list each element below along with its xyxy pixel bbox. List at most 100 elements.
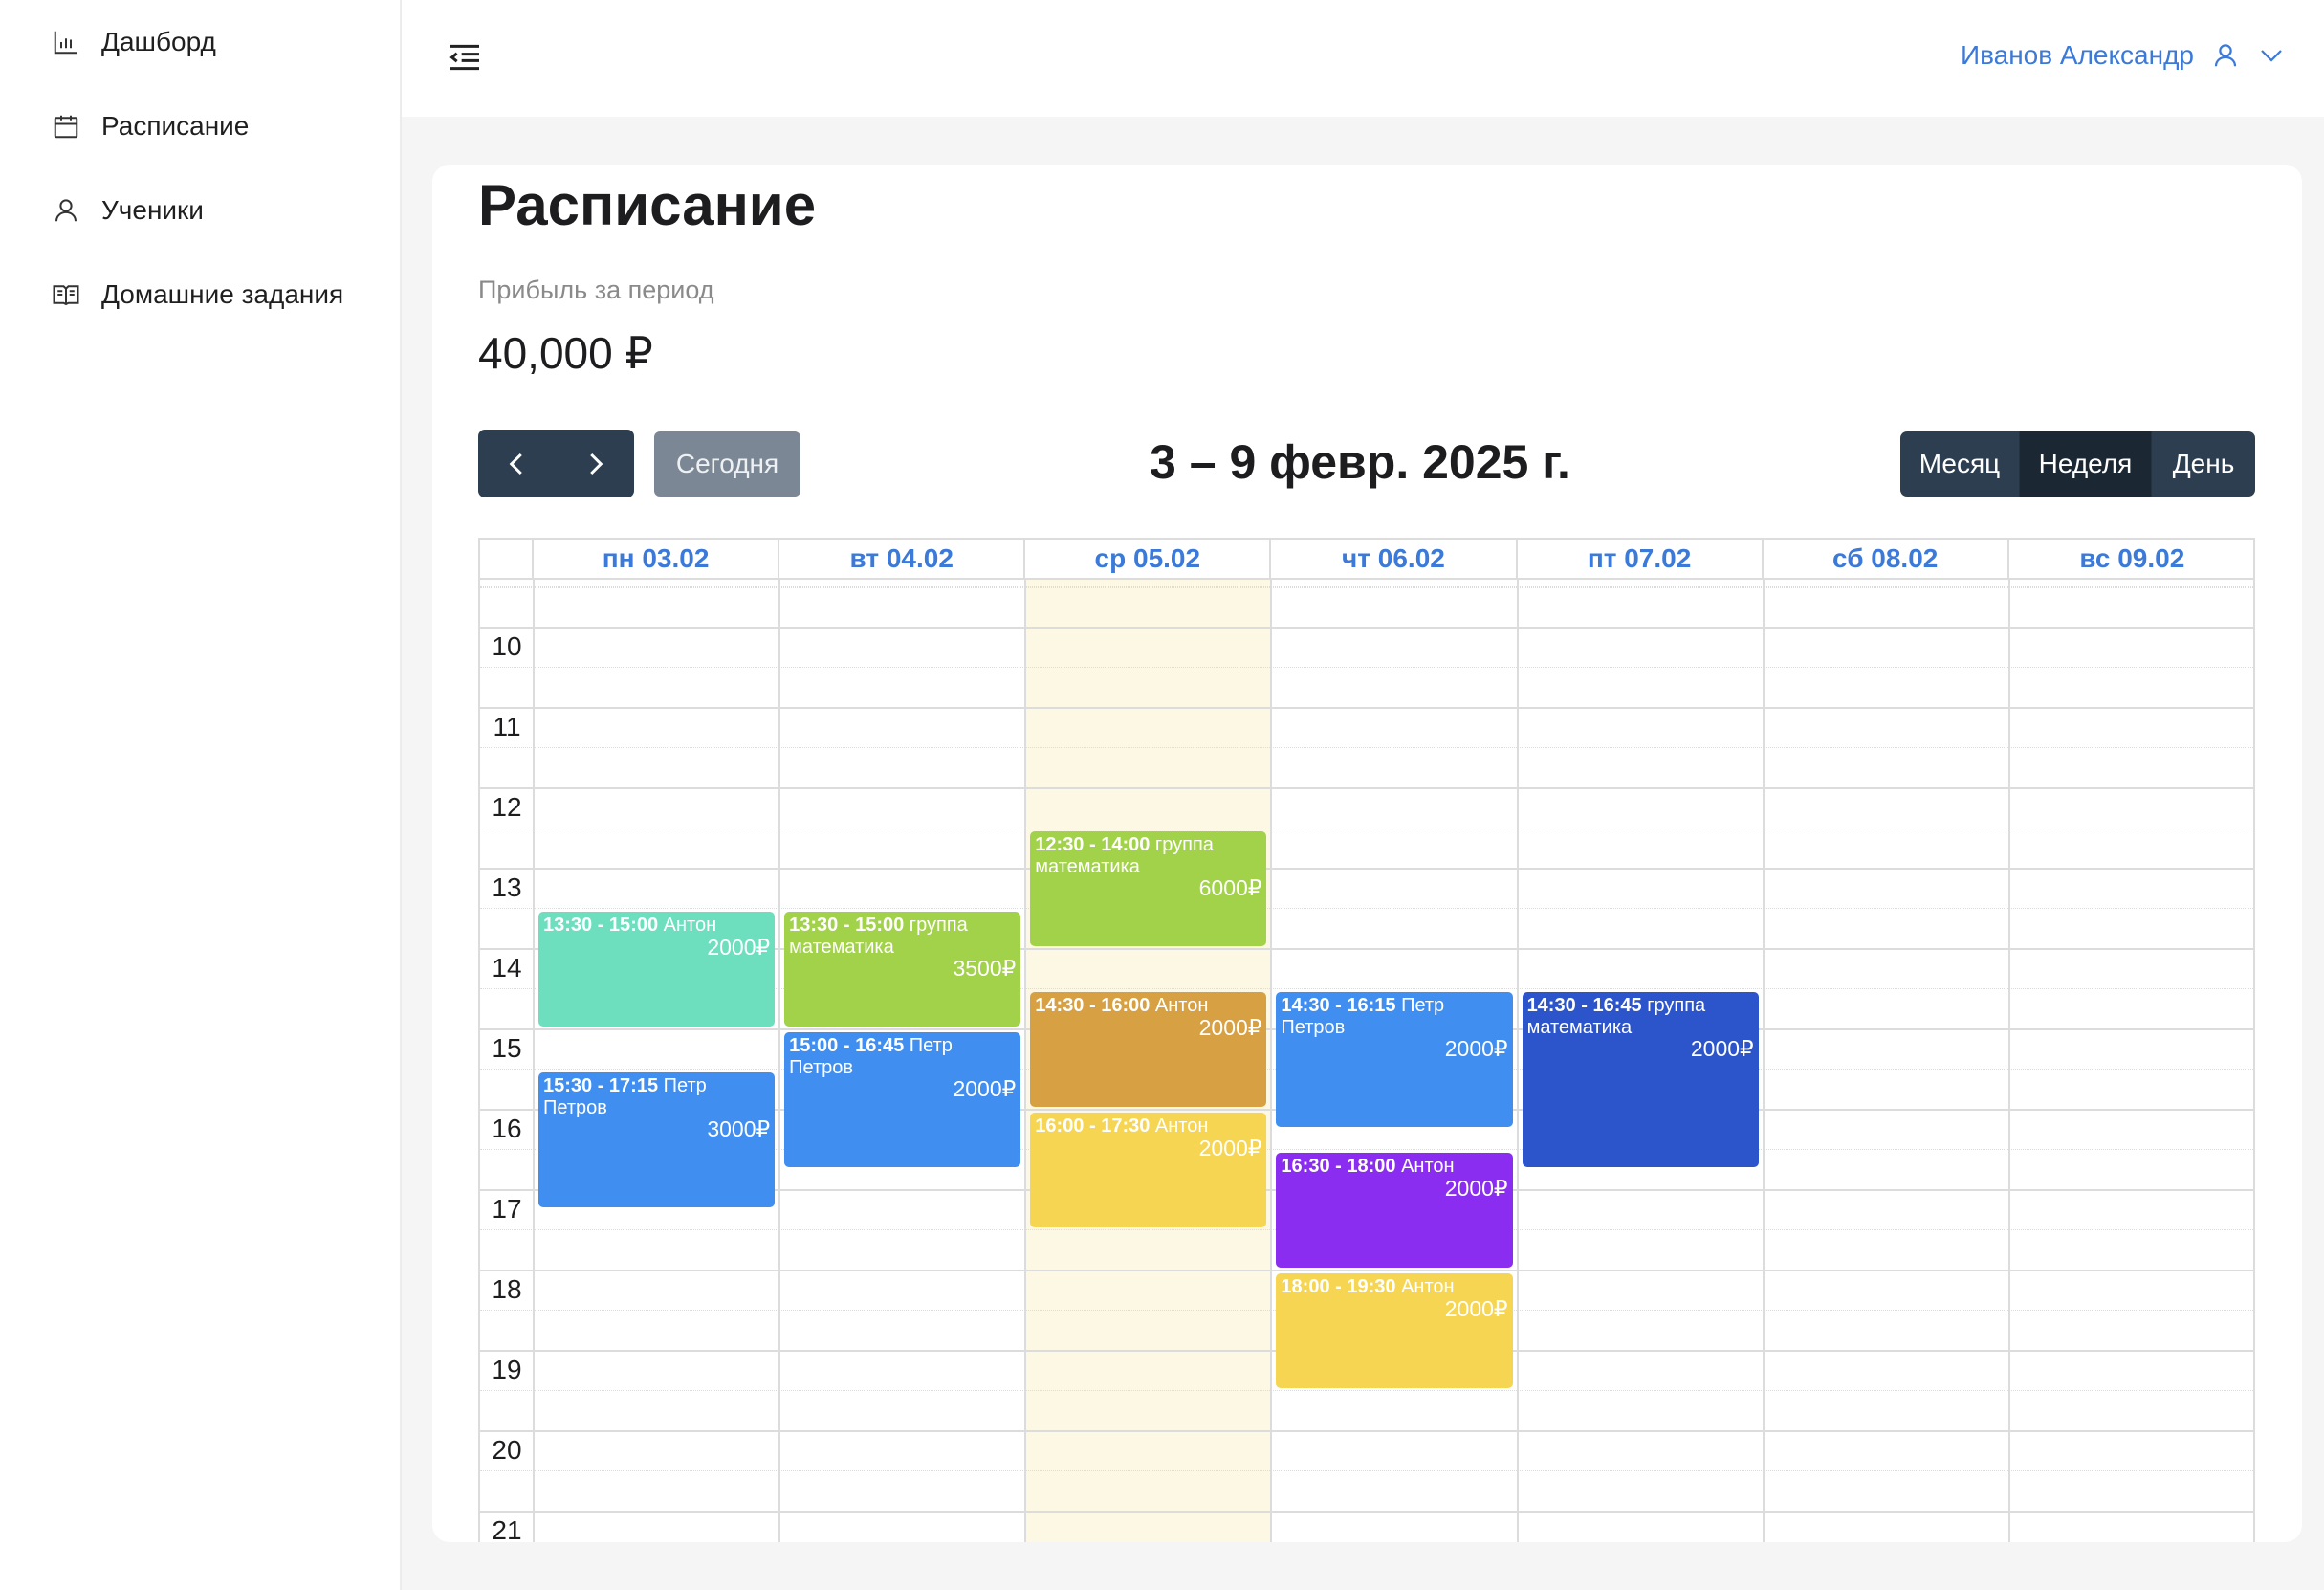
event-time: 18:00 - 19:30 <box>1281 1276 1396 1297</box>
hour-gridline <box>480 1430 2255 1432</box>
calendar-event[interactable]: 12:30 - 14:00 группа математика 6000₽ <box>1030 831 1267 946</box>
event-price: 2000₽ <box>1198 1015 1262 1040</box>
event-price: 2000₽ <box>1444 1176 1508 1201</box>
calendar-event[interactable]: 15:00 - 16:45 Петр Петров 2000₽ <box>784 1032 1021 1167</box>
event-summary: 14:30 - 16:15 Петр Петров <box>1281 995 1507 1039</box>
sidebar-item-schedule[interactable]: Расписание <box>52 102 377 150</box>
calendar-event[interactable]: 13:30 - 15:00 группа математика 3500₽ <box>784 912 1021 1027</box>
event-summary: 14:30 - 16:00 Антон <box>1035 995 1261 1017</box>
next-period-button[interactable] <box>557 430 635 497</box>
half-hour-gridline <box>480 1390 2255 1391</box>
period-title: 3 – 9 февр. 2025 г. <box>1150 435 1570 489</box>
event-summary: 13:30 - 15:00 Антон <box>543 915 770 937</box>
sidebar-item-students[interactable]: Ученики <box>52 187 377 234</box>
calendar-event[interactable]: 16:30 - 18:00 Антон 2000₽ <box>1276 1153 1513 1268</box>
event-summary: 13:30 - 15:00 группа математика <box>789 915 1016 959</box>
today-button[interactable]: Сегодня <box>654 431 800 497</box>
half-hour-gridline <box>480 587 2255 588</box>
profit-value: 40,000 ₽ <box>478 328 653 378</box>
event-price: 2000₽ <box>1198 1136 1262 1160</box>
sidebar-item-label: Дашборд <box>101 27 216 56</box>
event-price: 3500₽ <box>953 956 1017 981</box>
calendar-event[interactable]: 15:30 - 17:15 Петр Петров 3000₽ <box>538 1072 776 1207</box>
calendar-icon <box>54 115 78 139</box>
hour-gridline <box>480 627 2255 629</box>
sidebar-item-dashboard[interactable]: Дашборд <box>52 18 377 66</box>
event-price: 2000₽ <box>1444 1036 1508 1061</box>
hour-gridline <box>480 1270 2255 1271</box>
day-column-divider <box>1024 580 1027 1542</box>
view-week-button[interactable]: Неделя <box>2020 431 2152 497</box>
day-column-divider <box>1516 580 1519 1542</box>
calendar-event[interactable]: 14:30 - 16:45 группа математика 2000₽ <box>1522 992 1759 1167</box>
menu-fold-icon[interactable] <box>446 38 484 77</box>
hour-gridline <box>480 868 2255 870</box>
hour-gridline <box>480 707 2255 709</box>
event-time: 13:30 - 15:00 <box>789 915 905 936</box>
user-menu[interactable]: Иванов Александр <box>1961 34 2286 77</box>
day-header[interactable]: ср 05.02 <box>1025 540 1272 578</box>
day-header[interactable]: вт 04.02 <box>779 540 1026 578</box>
half-hour-gridline <box>480 1470 2255 1471</box>
prev-period-button[interactable] <box>478 430 557 497</box>
hour-label: 11 <box>493 712 521 741</box>
event-summary: 15:30 - 17:15 Петр Петров <box>543 1075 770 1119</box>
day-column-divider <box>778 580 781 1542</box>
page-title: Расписание <box>478 173 817 237</box>
calendar-event[interactable]: 18:00 - 19:30 Антон 2000₽ <box>1276 1273 1513 1388</box>
view-month-button[interactable]: Месяц <box>1900 431 2020 497</box>
sidebar-item-label: Расписание <box>101 111 250 141</box>
event-title: Антон <box>1401 1276 1455 1297</box>
event-time: 15:00 - 16:45 <box>789 1035 905 1056</box>
chevron-left-icon <box>509 453 522 475</box>
hour-label: 18 <box>492 1274 522 1304</box>
event-time: 14:30 - 16:45 <box>1526 995 1642 1016</box>
sidebar: Дашборд Расписание Ученики Домашние зада… <box>0 0 402 1590</box>
event-summary: 15:00 - 16:45 Петр Петров <box>789 1035 1016 1079</box>
event-title: Антон <box>1401 1156 1455 1177</box>
hour-gridline <box>480 787 2255 789</box>
week-calendar: пн 03.02 вт 04.02 ср 05.02 чт 06.02 пт 0… <box>478 538 2255 1542</box>
event-price: 2000₽ <box>1690 1036 1754 1061</box>
view-switcher: Месяц Неделя День <box>1900 431 2255 497</box>
event-title: Антон <box>663 915 717 936</box>
day-header[interactable]: пн 03.02 <box>534 540 780 578</box>
event-time: 15:30 - 17:15 <box>543 1075 659 1096</box>
day-header[interactable]: сб 08.02 <box>1764 540 2009 578</box>
sidebar-item-homework[interactable]: Домашние задания <box>52 271 377 319</box>
event-price: 6000₽ <box>1198 875 1262 900</box>
day-header[interactable]: пт 07.02 <box>1518 540 1764 578</box>
hour-label: 14 <box>492 953 522 983</box>
top-header: Иванов Александр <box>402 0 2324 117</box>
view-day-button[interactable]: День <box>2152 431 2255 497</box>
time-gutter-header <box>480 540 534 578</box>
event-summary: 16:00 - 17:30 Антон <box>1035 1115 1261 1137</box>
event-summary: 12:30 - 14:00 группа математика <box>1035 834 1261 878</box>
calendar-event[interactable]: 14:30 - 16:00 Антон 2000₽ <box>1030 992 1267 1107</box>
event-time: 13:30 - 15:00 <box>543 915 659 936</box>
chevron-right-icon <box>590 453 603 475</box>
event-price: 3000₽ <box>707 1116 771 1141</box>
period-navigation <box>478 430 634 497</box>
calendar-event[interactable]: 13:30 - 15:00 Антон 2000₽ <box>538 912 776 1027</box>
calendar-grid[interactable]: 10 11 12 13 14 15 16 17 18 19 20 21 13:30 - 15:00 Ан… <box>480 580 2255 1542</box>
calendar-event[interactable]: 16:00 - 17:30 Антон 2000₽ <box>1030 1113 1267 1227</box>
event-time: 12:30 - 14:00 <box>1035 834 1151 855</box>
event-price: 2000₽ <box>707 935 771 960</box>
hour-label: 12 <box>492 792 522 822</box>
day-header[interactable]: чт 06.02 <box>1271 540 1518 578</box>
book-icon <box>53 285 79 306</box>
half-hour-gridline <box>480 908 2255 909</box>
bar-chart-icon <box>54 31 77 55</box>
day-column-divider <box>1762 580 1765 1542</box>
event-price: 2000₽ <box>953 1076 1017 1101</box>
event-time: 16:30 - 18:00 <box>1281 1156 1396 1177</box>
hour-label: 21 <box>492 1515 522 1542</box>
calendar-event[interactable]: 14:30 - 16:15 Петр Петров 2000₽ <box>1276 992 1513 1127</box>
day-column-divider <box>2007 580 2010 1542</box>
hour-gridline <box>480 1511 2255 1513</box>
calendar-day-headers: пн 03.02 вт 04.02 ср 05.02 чт 06.02 пт 0… <box>480 540 2255 580</box>
event-summary: 14:30 - 16:45 группа математика <box>1527 995 1754 1039</box>
day-header[interactable]: вс 09.02 <box>2009 540 2255 578</box>
event-title: Антон <box>1154 1115 1209 1137</box>
